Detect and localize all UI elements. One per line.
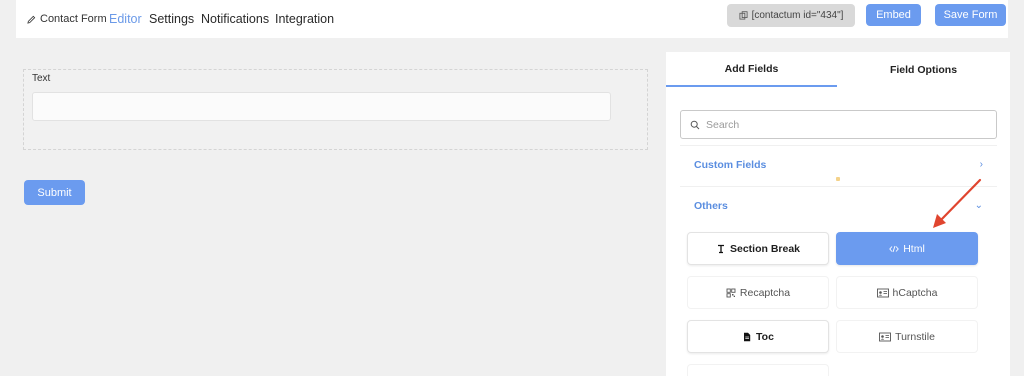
field-toc[interactable]: Toc xyxy=(687,320,829,353)
section-title: Custom Fields xyxy=(694,158,767,171)
tab-add-fields[interactable]: Add Fields xyxy=(666,52,837,87)
field-label: Text xyxy=(32,73,51,84)
shortcode-copy-button[interactable]: [contactum id="434"] xyxy=(727,4,855,27)
search-input[interactable] xyxy=(706,118,986,131)
nav-settings[interactable]: Settings xyxy=(149,12,194,26)
annotation-arrow xyxy=(933,178,982,228)
field-label: Toc xyxy=(756,330,774,343)
top-bar: Contact Form Editor Settings Notificatio… xyxy=(16,0,1008,38)
code-icon xyxy=(889,245,900,252)
drag-indicator xyxy=(836,177,840,181)
field-turnstile[interactable]: Turnstile xyxy=(836,320,978,353)
section-title: Others xyxy=(694,199,728,212)
id-card-icon xyxy=(879,332,892,341)
embed-button[interactable]: Embed xyxy=(866,4,921,26)
field-label: hCaptcha xyxy=(892,286,938,299)
shortcode-text: [contactum id="434"] xyxy=(751,10,844,21)
search-icon xyxy=(690,120,700,129)
pencil-icon xyxy=(27,15,36,24)
save-form-button[interactable]: Save Form xyxy=(935,4,1006,26)
id-card-icon xyxy=(876,288,889,297)
nav-notifications[interactable]: Notifications xyxy=(201,12,269,26)
copy-icon xyxy=(739,11,748,20)
field-label: Section Break xyxy=(729,242,801,255)
field-html[interactable]: Html xyxy=(836,232,978,265)
text-input-preview[interactable] xyxy=(32,92,611,121)
breadcrumb[interactable]: Contact Form xyxy=(27,13,107,25)
tab-field-options[interactable]: Field Options xyxy=(837,52,1010,87)
field-label: Recaptcha xyxy=(739,286,791,299)
form-field-text[interactable]: Text xyxy=(23,69,648,150)
text-cursor-icon xyxy=(717,244,724,253)
chevron-right-icon: › xyxy=(979,159,983,170)
search-field[interactable] xyxy=(680,110,997,139)
field-section-break[interactable]: Section Break xyxy=(687,232,829,265)
field-label: Turnstile xyxy=(895,330,935,343)
document-icon xyxy=(744,332,751,341)
submit-button[interactable]: Submit xyxy=(24,180,85,205)
breadcrumb-label: Contact Form xyxy=(40,13,107,25)
field-hcaptcha[interactable]: hCaptcha xyxy=(836,276,978,309)
field-recaptcha[interactable]: Recaptcha xyxy=(687,276,829,309)
nav-editor[interactable]: Editor xyxy=(109,12,142,26)
field-partial[interactable] xyxy=(687,364,829,376)
nav-integration[interactable]: Integration xyxy=(275,12,334,26)
qr-icon xyxy=(726,288,736,297)
field-label: Html xyxy=(903,242,925,255)
